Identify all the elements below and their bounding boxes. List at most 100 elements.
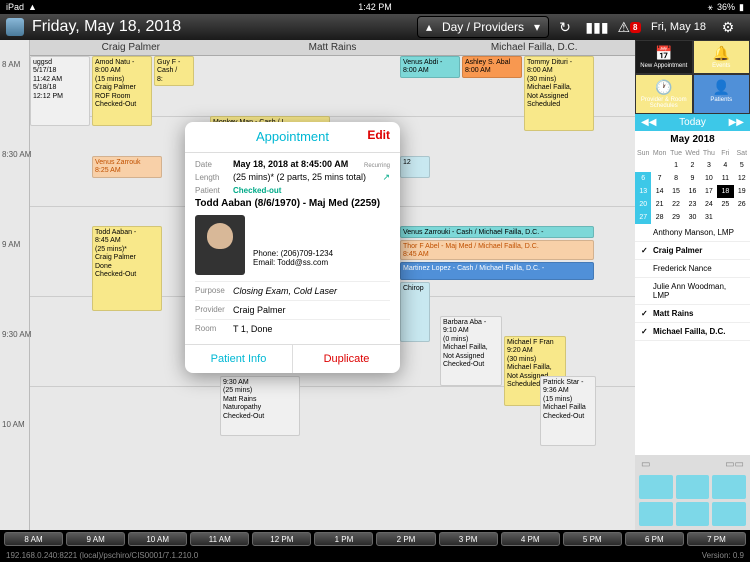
calendar-day[interactable]: 24	[701, 198, 717, 211]
duplicate-button[interactable]: Duplicate	[293, 345, 400, 373]
room-cell[interactable]	[712, 502, 746, 526]
calendar-day[interactable]: 1	[668, 159, 684, 172]
hour-button[interactable]: 4 PM	[501, 532, 560, 546]
calendar-day[interactable]: 11	[717, 172, 733, 185]
hour-button[interactable]: 1 PM	[314, 532, 373, 546]
calendar-day[interactable]: 26	[734, 198, 750, 211]
appointment-block[interactable]: Guy F - Cash / 8:	[154, 56, 194, 86]
hour-button[interactable]: 9 AM	[66, 532, 125, 546]
calendar-day[interactable]	[651, 159, 667, 172]
stats-icon[interactable]: ▮▮▮	[587, 17, 607, 37]
calendar-day[interactable]: 9	[684, 172, 700, 185]
calendar-day[interactable]: 2	[684, 159, 700, 172]
calendar-day[interactable]: 29	[668, 211, 684, 224]
provider-filter-list[interactable]: Anthony Manson, LMP✓Craig PalmerFrederic…	[635, 224, 750, 455]
appointment-block[interactable]: Barbara Aba - 9:10 AM (0 mins) Michael F…	[440, 316, 502, 386]
provider-header[interactable]: Craig Palmer	[30, 40, 232, 55]
provider-filter-item[interactable]: Frederick Nance	[635, 260, 750, 278]
patient-info-button[interactable]: Patient Info	[185, 345, 293, 373]
hour-button[interactable]: 11 AM	[190, 532, 249, 546]
provider-header[interactable]: Matt Rains	[232, 40, 434, 55]
calendar-day[interactable]: 3	[701, 159, 717, 172]
quick-action-button[interactable]: 🕐Provider & Room Schedules	[635, 74, 693, 114]
calendar-day[interactable]: 28	[651, 211, 667, 224]
calendar-day[interactable]	[635, 159, 651, 172]
room-view-icon[interactable]: ▭	[641, 459, 650, 470]
hour-button[interactable]: 3 PM	[439, 532, 498, 546]
view-mode-selector[interactable]: Day / Providers	[417, 16, 549, 38]
appointment-block[interactable]: Venus Abdi - 8:00 AM	[400, 56, 460, 78]
calendar-day[interactable]: 4	[717, 159, 733, 172]
cal-today-button[interactable]: Today	[679, 117, 706, 128]
calendar-day[interactable]: 6	[635, 172, 651, 185]
calendar-day[interactable]	[717, 211, 733, 224]
calendar-day[interactable]: 25	[717, 198, 733, 211]
mini-calendar[interactable]: SunMonTueWedThuFriSat1234567891011121314…	[635, 148, 750, 224]
appointment-block[interactable]: Ashley S. Abal 8:00 AM	[462, 56, 522, 78]
hour-button[interactable]: 10 AM	[128, 532, 187, 546]
hour-button[interactable]: 12 PM	[252, 532, 311, 546]
edit-button[interactable]: Edit	[367, 128, 390, 142]
calendar-day[interactable]: 17	[701, 185, 717, 198]
cal-next-icon[interactable]: ▶▶	[729, 117, 744, 128]
appointment-block[interactable]: uggsd 5/17/18 11:42 AM 5/18/18 12:12 PM	[30, 56, 90, 126]
calendar-day[interactable]: 14	[651, 185, 667, 198]
room-list-icon[interactable]: ▭▭	[725, 459, 744, 470]
calendar-day[interactable]: 22	[668, 198, 684, 211]
calendar-day[interactable]: 10	[701, 172, 717, 185]
calendar-day[interactable]: 21	[651, 198, 667, 211]
refresh-icon[interactable]: ↻	[555, 17, 575, 37]
appointment-block[interactable]: Patrick Star - 9:36 AM (15 mins) Michael…	[540, 376, 596, 446]
room-cell[interactable]	[639, 475, 673, 499]
appointment-block[interactable]: Martinez Lopez - Cash / Michael Failla, …	[400, 262, 594, 280]
calendar-day[interactable]: 20	[635, 198, 651, 211]
gear-icon[interactable]: ⚙	[718, 17, 738, 37]
hour-button[interactable]: 8 AM	[4, 532, 63, 546]
provider-header[interactable]: Michael Failla, D.C.	[433, 40, 635, 55]
provider-filter-item[interactable]: ✓Craig Palmer	[635, 242, 750, 260]
appointment-block[interactable]: Tommy Dituri - 8:00 AM (30 mins) Michael…	[524, 56, 594, 131]
room-cell[interactable]	[712, 475, 746, 499]
hour-button[interactable]: 5 PM	[563, 532, 622, 546]
calendar-day[interactable]: 7	[651, 172, 667, 185]
calendar-day[interactable]: 23	[684, 198, 700, 211]
patient-photo[interactable]	[195, 215, 245, 275]
alert-icon[interactable]: ⚠8	[619, 17, 639, 37]
appointment-block[interactable]: Chirop	[400, 282, 430, 342]
room-cell[interactable]	[639, 502, 673, 526]
appointment-block[interactable]: Todd Aaban - 8:45 AM (25 mins)* Craig Pa…	[92, 226, 162, 311]
calendar-day[interactable]: 18	[717, 185, 733, 198]
room-grid[interactable]: ▭▭▭	[635, 455, 750, 530]
appointment-block[interactable]: Venus Zarrouk 8:25 AM	[92, 156, 162, 178]
provider-filter-item[interactable]: Anthony Manson, LMP	[635, 224, 750, 242]
calendar-day[interactable]: 31	[701, 211, 717, 224]
room-cell[interactable]	[676, 475, 710, 499]
calendar-day[interactable]: 5	[734, 159, 750, 172]
room-cell[interactable]	[676, 502, 710, 526]
cal-prev-icon[interactable]: ◀◀	[641, 117, 656, 128]
calendar-day[interactable]: 13	[635, 185, 651, 198]
appointment-block[interactable]: Thor F Abel - Maj Med / Michael Failla, …	[400, 240, 594, 260]
provider-filter-item[interactable]: Julie Ann Woodman, LMP	[635, 278, 750, 305]
appointment-block[interactable]: Amod Natu - 8:00 AM (15 mins) Craig Palm…	[92, 56, 152, 126]
provider-filter-item[interactable]: ✓Michael Failla, D.C.	[635, 323, 750, 341]
calendar-day[interactable]: 16	[684, 185, 700, 198]
provider-filter-item[interactable]: ✓Matt Rains	[635, 305, 750, 323]
hour-button[interactable]: 7 PM	[687, 532, 746, 546]
quick-action-button[interactable]: 🔔Events	[693, 40, 750, 74]
calendar-day[interactable]: 27	[635, 211, 651, 224]
toolbar-mini-date[interactable]: Fri, May 18	[651, 21, 706, 33]
share-icon[interactable]: ↗	[382, 172, 390, 183]
quick-action-button[interactable]: 📅New Appointment	[635, 40, 693, 74]
appointment-block[interactable]: 12	[400, 156, 430, 178]
hour-button[interactable]: 6 PM	[625, 532, 684, 546]
app-logo-icon[interactable]	[6, 18, 24, 36]
hour-button[interactable]: 2 PM	[376, 532, 435, 546]
calendar-day[interactable]: 8	[668, 172, 684, 185]
calendar-day[interactable]: 12	[734, 172, 750, 185]
quick-action-button[interactable]: 👤Patients	[693, 74, 750, 114]
appointment-block[interactable]: Venus Zarrouki - Cash / Michael Failla, …	[400, 226, 594, 238]
calendar-day[interactable]	[734, 211, 750, 224]
calendar-day[interactable]: 15	[668, 185, 684, 198]
calendar-day[interactable]: 30	[684, 211, 700, 224]
